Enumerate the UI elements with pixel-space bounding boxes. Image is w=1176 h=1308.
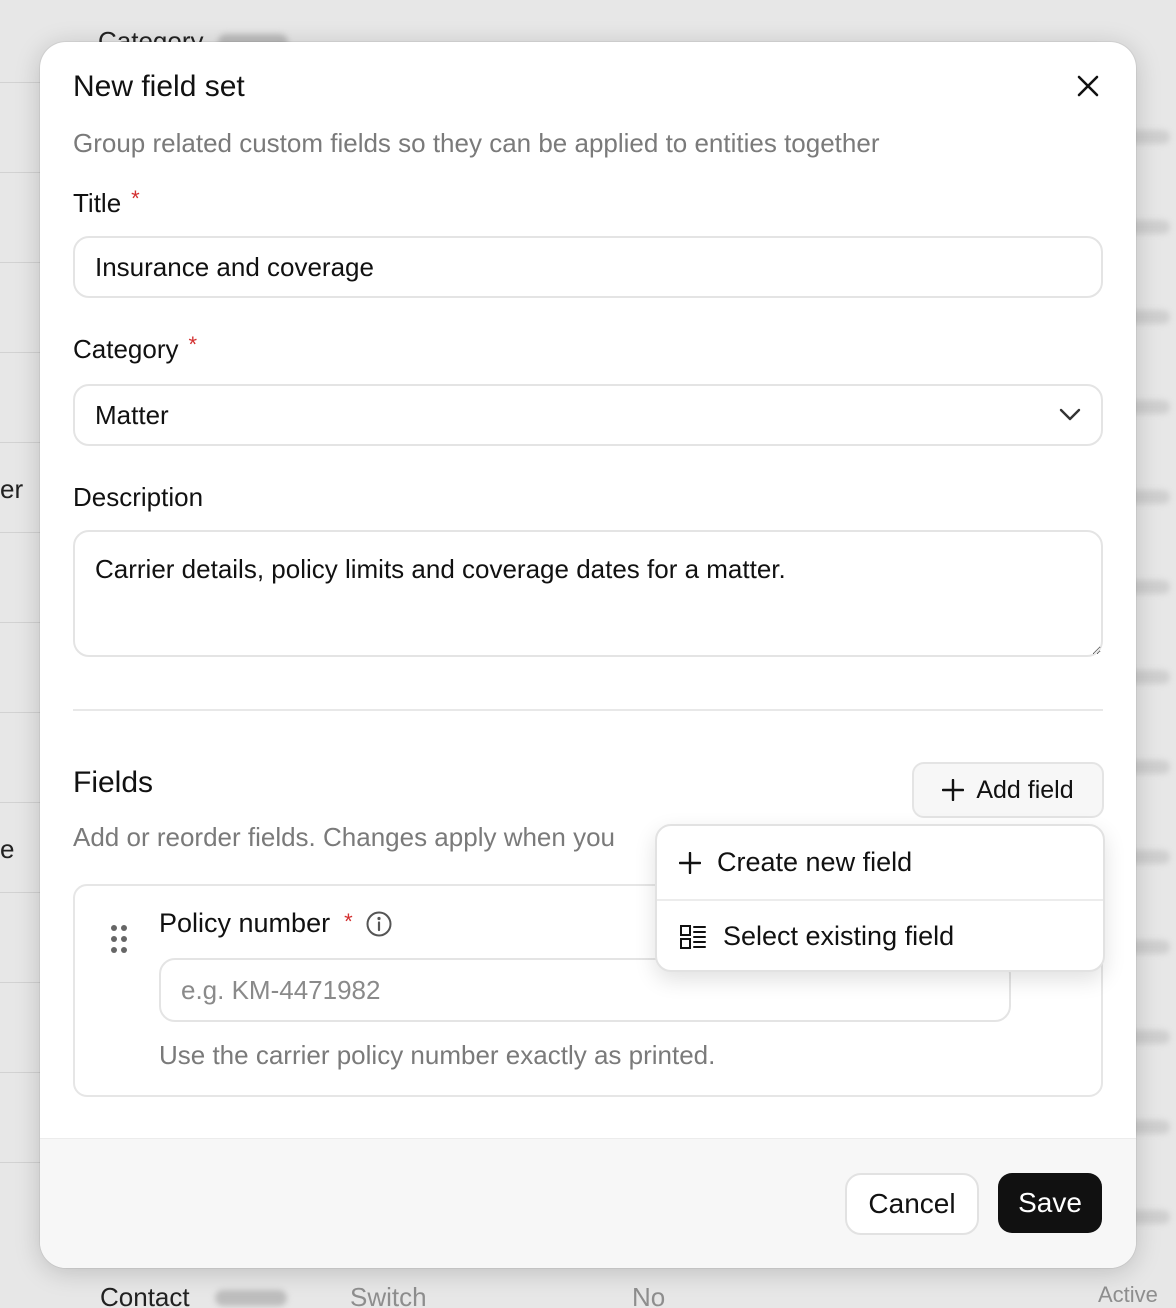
add-field-button[interactable]: Add field <box>912 762 1104 818</box>
bg-row-divider <box>0 622 40 623</box>
required-mark: * <box>188 332 198 357</box>
add-field-menu: Create new field Select existing field <box>655 824 1105 972</box>
bg-row-divider <box>0 442 40 443</box>
title-label: Title * <box>73 186 140 219</box>
description-textarea[interactable]: Carrier details, policy limits and cover… <box>73 530 1103 657</box>
add-field-label: Add field <box>976 775 1074 804</box>
dialog-subtitle: Group related custom fields so they can … <box>73 128 880 158</box>
dialog-title: New field set <box>73 70 245 103</box>
field-card-name: Policy number <box>159 908 331 938</box>
category-label-text: Category <box>73 334 179 364</box>
bg-row-divider <box>0 262 40 263</box>
list-select-icon <box>680 924 706 949</box>
bg-row-name: Contact <box>100 1282 190 1308</box>
fields-section-subtitle: Add or reorder fields. Changes apply whe… <box>73 822 615 852</box>
bg-fragment: e <box>0 834 15 864</box>
bg-row-divider <box>0 892 40 893</box>
field-card-title: Policy number * <box>159 908 393 939</box>
close-icon <box>1077 75 1099 97</box>
section-divider <box>73 709 1103 711</box>
bg-row-divider <box>0 352 40 353</box>
category-select-value: Matter <box>95 399 169 430</box>
dialog-body: New field set Group related custom field… <box>40 42 1136 1138</box>
bg-row-divider <box>0 712 40 713</box>
required-mark: * <box>344 908 353 934</box>
required-mark: * <box>131 186 140 211</box>
bg-row-type: Switch <box>350 1282 427 1308</box>
chevron-down-icon <box>1059 408 1081 421</box>
bg-row-required: No <box>632 1282 666 1308</box>
close-button[interactable] <box>1068 66 1108 106</box>
plus-icon <box>679 851 701 874</box>
bg-row-divider <box>0 82 40 83</box>
drag-handle-icon[interactable] <box>109 924 129 954</box>
menu-item-label: Create new field <box>717 847 913 877</box>
menu-item-select-existing-field[interactable]: Select existing field <box>657 899 1103 970</box>
save-button[interactable]: Save <box>998 1173 1102 1233</box>
category-label: Category * <box>73 332 198 365</box>
description-label: Description <box>73 482 204 512</box>
field-card-help: Use the carrier policy number exactly as… <box>159 1040 716 1070</box>
bg-blurred-cell <box>215 1290 287 1306</box>
menu-item-create-new-field[interactable]: Create new field <box>657 826 1103 899</box>
bg-row-status: Active <box>1098 1282 1158 1307</box>
menu-item-label: Select existing field <box>723 921 955 951</box>
title-label-text: Title <box>73 188 122 218</box>
bg-fragment: er <box>0 474 24 504</box>
bg-row-divider <box>0 982 40 983</box>
dialog-footer: Cancel Save <box>40 1138 1136 1268</box>
bg-row-divider <box>0 532 40 533</box>
bg-row-divider <box>0 172 40 173</box>
fields-section-title: Fields <box>73 766 154 799</box>
category-select[interactable]: Matter <box>73 384 1103 446</box>
bg-row-divider <box>0 802 40 803</box>
info-icon[interactable] <box>365 910 393 938</box>
new-field-set-dialog: New field set Group related custom field… <box>40 42 1136 1268</box>
cancel-button[interactable]: Cancel <box>845 1173 979 1235</box>
bg-row-divider <box>0 1072 40 1073</box>
plus-icon <box>942 779 965 801</box>
title-input[interactable] <box>73 236 1103 298</box>
bg-row-divider <box>0 1162 40 1163</box>
